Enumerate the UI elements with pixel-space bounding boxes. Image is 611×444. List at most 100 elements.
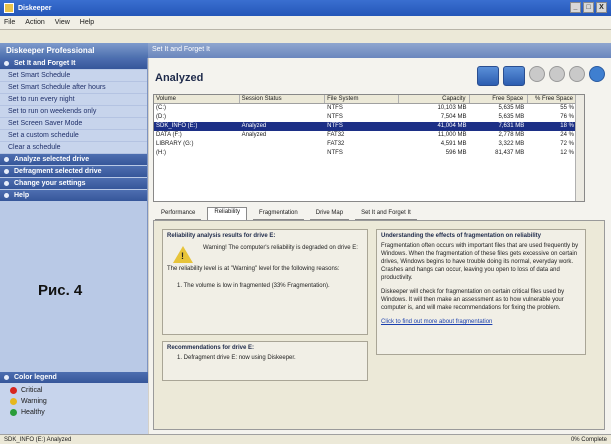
healthy-icon — [10, 409, 17, 416]
cell-capacity: 596 MB — [445, 150, 467, 156]
menu-help[interactable]: Help — [80, 19, 94, 26]
volume-table: Volume Session Status File System Capaci… — [153, 94, 585, 202]
figure-label: Рис. 4 — [38, 282, 83, 299]
warning-text: Warning! The computer's reliability is d… — [203, 245, 358, 251]
tab-set-it-and-forget-it[interactable]: Set It and Forget It — [355, 209, 417, 220]
cell-capacity: 10,103 MB — [437, 105, 467, 111]
menu-bar: File Action View Help — [0, 16, 611, 30]
cell-capacity: 41,004 MB — [437, 123, 467, 129]
sidebar-item-custom-schedule[interactable]: Set a custom schedule — [0, 130, 147, 142]
cell-volume: (D:) — [156, 114, 166, 120]
reliability-title: Reliability analysis results for drive E… — [167, 233, 276, 239]
table-row[interactable]: SDK_INFO (E:) Analyzed NTFS 41,004 MB 7,631 … — [154, 122, 584, 131]
app-icon — [4, 3, 14, 13]
maximize-button[interactable]: □ — [583, 2, 594, 13]
tab-performance[interactable]: Performance — [155, 209, 202, 220]
warning-icon — [10, 398, 17, 405]
tab-fragmentation[interactable]: Fragmentation — [253, 209, 304, 220]
tab-reliability[interactable]: Reliability — [207, 207, 248, 220]
status-text: SDK_INFO (E:) Analyzed — [4, 436, 72, 443]
sidebar-section-help[interactable]: Help — [0, 190, 147, 201]
pause-icon[interactable] — [549, 66, 565, 82]
legend-healthy: Healthy — [0, 406, 148, 417]
table-scrollbar[interactable] — [575, 95, 584, 201]
sidebar-section-set-it[interactable]: Set It and Forget It — [0, 58, 147, 69]
reliability-panel: Reliability analysis results for drive E… — [162, 229, 368, 335]
sidebar-item-weekends[interactable]: Set to run on weekends only — [0, 106, 147, 118]
table-row[interactable]: (H:) NTFS 596 MB 81,437 MB 12 % — [154, 149, 584, 158]
tab-strip: Performance Reliability Fragmentation Dr… — [155, 206, 605, 220]
tab-drive-map[interactable]: Drive Map — [309, 209, 350, 220]
cell-volume: LIBRARY (G:) — [156, 141, 194, 147]
sidebar-item-clear-schedule[interactable]: Clear a schedule — [0, 142, 147, 154]
table-body: (C:) NTFS 10,103 MB 5,635 MB 55 % (D:) NTFS 7,5… — [154, 104, 584, 158]
legend-critical: Critical — [0, 384, 148, 395]
sidebar-section-defragment[interactable]: Defragment selected drive — [0, 166, 147, 177]
page-title: Analyzed — [155, 72, 204, 84]
window-controls: _ □ X — [570, 2, 607, 13]
col-session-status[interactable]: Session Status — [240, 95, 326, 103]
table-row[interactable]: (C:) NTFS 10,103 MB 5,635 MB 55 % — [154, 104, 584, 113]
menu-action[interactable]: Action — [25, 19, 44, 26]
legend-label: Critical — [21, 387, 43, 394]
table-row[interactable]: (D:) NTFS 7,504 MB 5,635 MB 76 % — [154, 113, 584, 122]
window-title: Diskeeper — [18, 4, 52, 12]
col-file-system[interactable]: File System — [325, 95, 399, 103]
col-free-space[interactable]: Free Space — [470, 95, 529, 103]
menu-view[interactable]: View — [55, 19, 70, 26]
cell-file-system: NTFS — [327, 105, 343, 111]
cell-session-status — [240, 104, 326, 113]
cell-volume: SDK_INFO (E:) — [156, 123, 198, 129]
sidebar-section-analyze[interactable]: Analyze selected drive — [0, 154, 147, 165]
cell-file-system: NTFS — [327, 123, 343, 129]
recommendations-text: 1. Defragment drive E: now using Diskeep… — [177, 355, 296, 361]
table-row[interactable]: LIBRARY (G:) FAT32 4,591 MB 3,322 MB 72 % — [154, 140, 584, 149]
col-capacity[interactable]: Capacity — [399, 95, 471, 103]
cell-free-space: 2,778 MB — [498, 132, 525, 138]
level-text: The reliability level is at "Warning" le… — [167, 266, 340, 272]
cell-session-status — [240, 140, 326, 149]
cell-free-space: 5,635 MB — [498, 114, 525, 120]
reason-text: 1. The volume is low in fragmented (33% … — [177, 283, 330, 289]
minimize-button[interactable]: _ — [570, 2, 581, 13]
understanding-panel: Understanding the effects of fragmentati… — [376, 229, 586, 355]
cell-capacity: 7,504 MB — [440, 114, 467, 120]
table-row[interactable]: DATA (F:) Analyzed FAT32 11,000 MB 2,778 MB 2… — [154, 131, 584, 140]
cell-free-space: 81,437 MB — [495, 150, 525, 156]
cell-file-system: NTFS — [327, 150, 343, 156]
menu-file[interactable]: File — [4, 19, 15, 26]
sidebar-item-smart-schedule[interactable]: Set Smart Schedule — [0, 70, 147, 82]
status-bar: SDK_INFO (E:) Analyzed 0% Complete — [0, 434, 611, 444]
cell-session-status: Analyzed — [241, 123, 267, 129]
stop-icon[interactable] — [529, 66, 545, 82]
defragment-icon[interactable] — [503, 66, 525, 86]
title-bar: Diskeeper _ □ X — [0, 0, 611, 16]
understanding-paragraph-2: Diskeeper will check for fragmentation o… — [381, 289, 565, 311]
cell-file-system: FAT32 — [327, 132, 345, 138]
cell-free-space: 7,631 MB — [498, 123, 525, 129]
table-header: Volume Session Status File System Capaci… — [154, 95, 584, 104]
sidebar-section-settings[interactable]: Change your settings — [0, 178, 147, 189]
close-button[interactable]: X — [596, 2, 607, 13]
learn-more-link[interactable]: Click to find out more about fragmentati… — [377, 315, 585, 329]
sidebar-item-screen-saver[interactable]: Set Screen Saver Mode — [0, 118, 147, 130]
color-legend: Color legend Critical Warning Healthy — [0, 372, 148, 434]
cell-session-status — [240, 113, 326, 122]
cell-volume: (H:) — [156, 150, 166, 156]
panel-title: Set It and Forget It — [148, 43, 611, 58]
recommendations-panel: Recommendations for drive E: 1. Defragme… — [162, 341, 368, 381]
legend-label: Healthy — [21, 409, 45, 416]
cell-free-space: 3,322 MB — [498, 141, 525, 147]
cell-session-status — [240, 149, 326, 158]
schedule-icon[interactable] — [569, 66, 585, 82]
legend-title[interactable]: Color legend — [0, 372, 148, 383]
analyze-icon[interactable] — [477, 66, 499, 86]
cell-file-system: NTFS — [327, 114, 343, 120]
app-title: Diskeeper Professional — [0, 43, 148, 58]
cell-volume: DATA (F:) — [156, 132, 182, 138]
sidebar-item-smart-schedule-after-hours[interactable]: Set Smart Schedule after hours — [0, 82, 147, 94]
sidebar-item-every-night[interactable]: Set to run every night — [0, 94, 147, 106]
help-icon[interactable] — [589, 66, 605, 82]
cell-capacity: 11,000 MB — [437, 132, 467, 138]
col-volume[interactable]: Volume — [154, 95, 240, 103]
